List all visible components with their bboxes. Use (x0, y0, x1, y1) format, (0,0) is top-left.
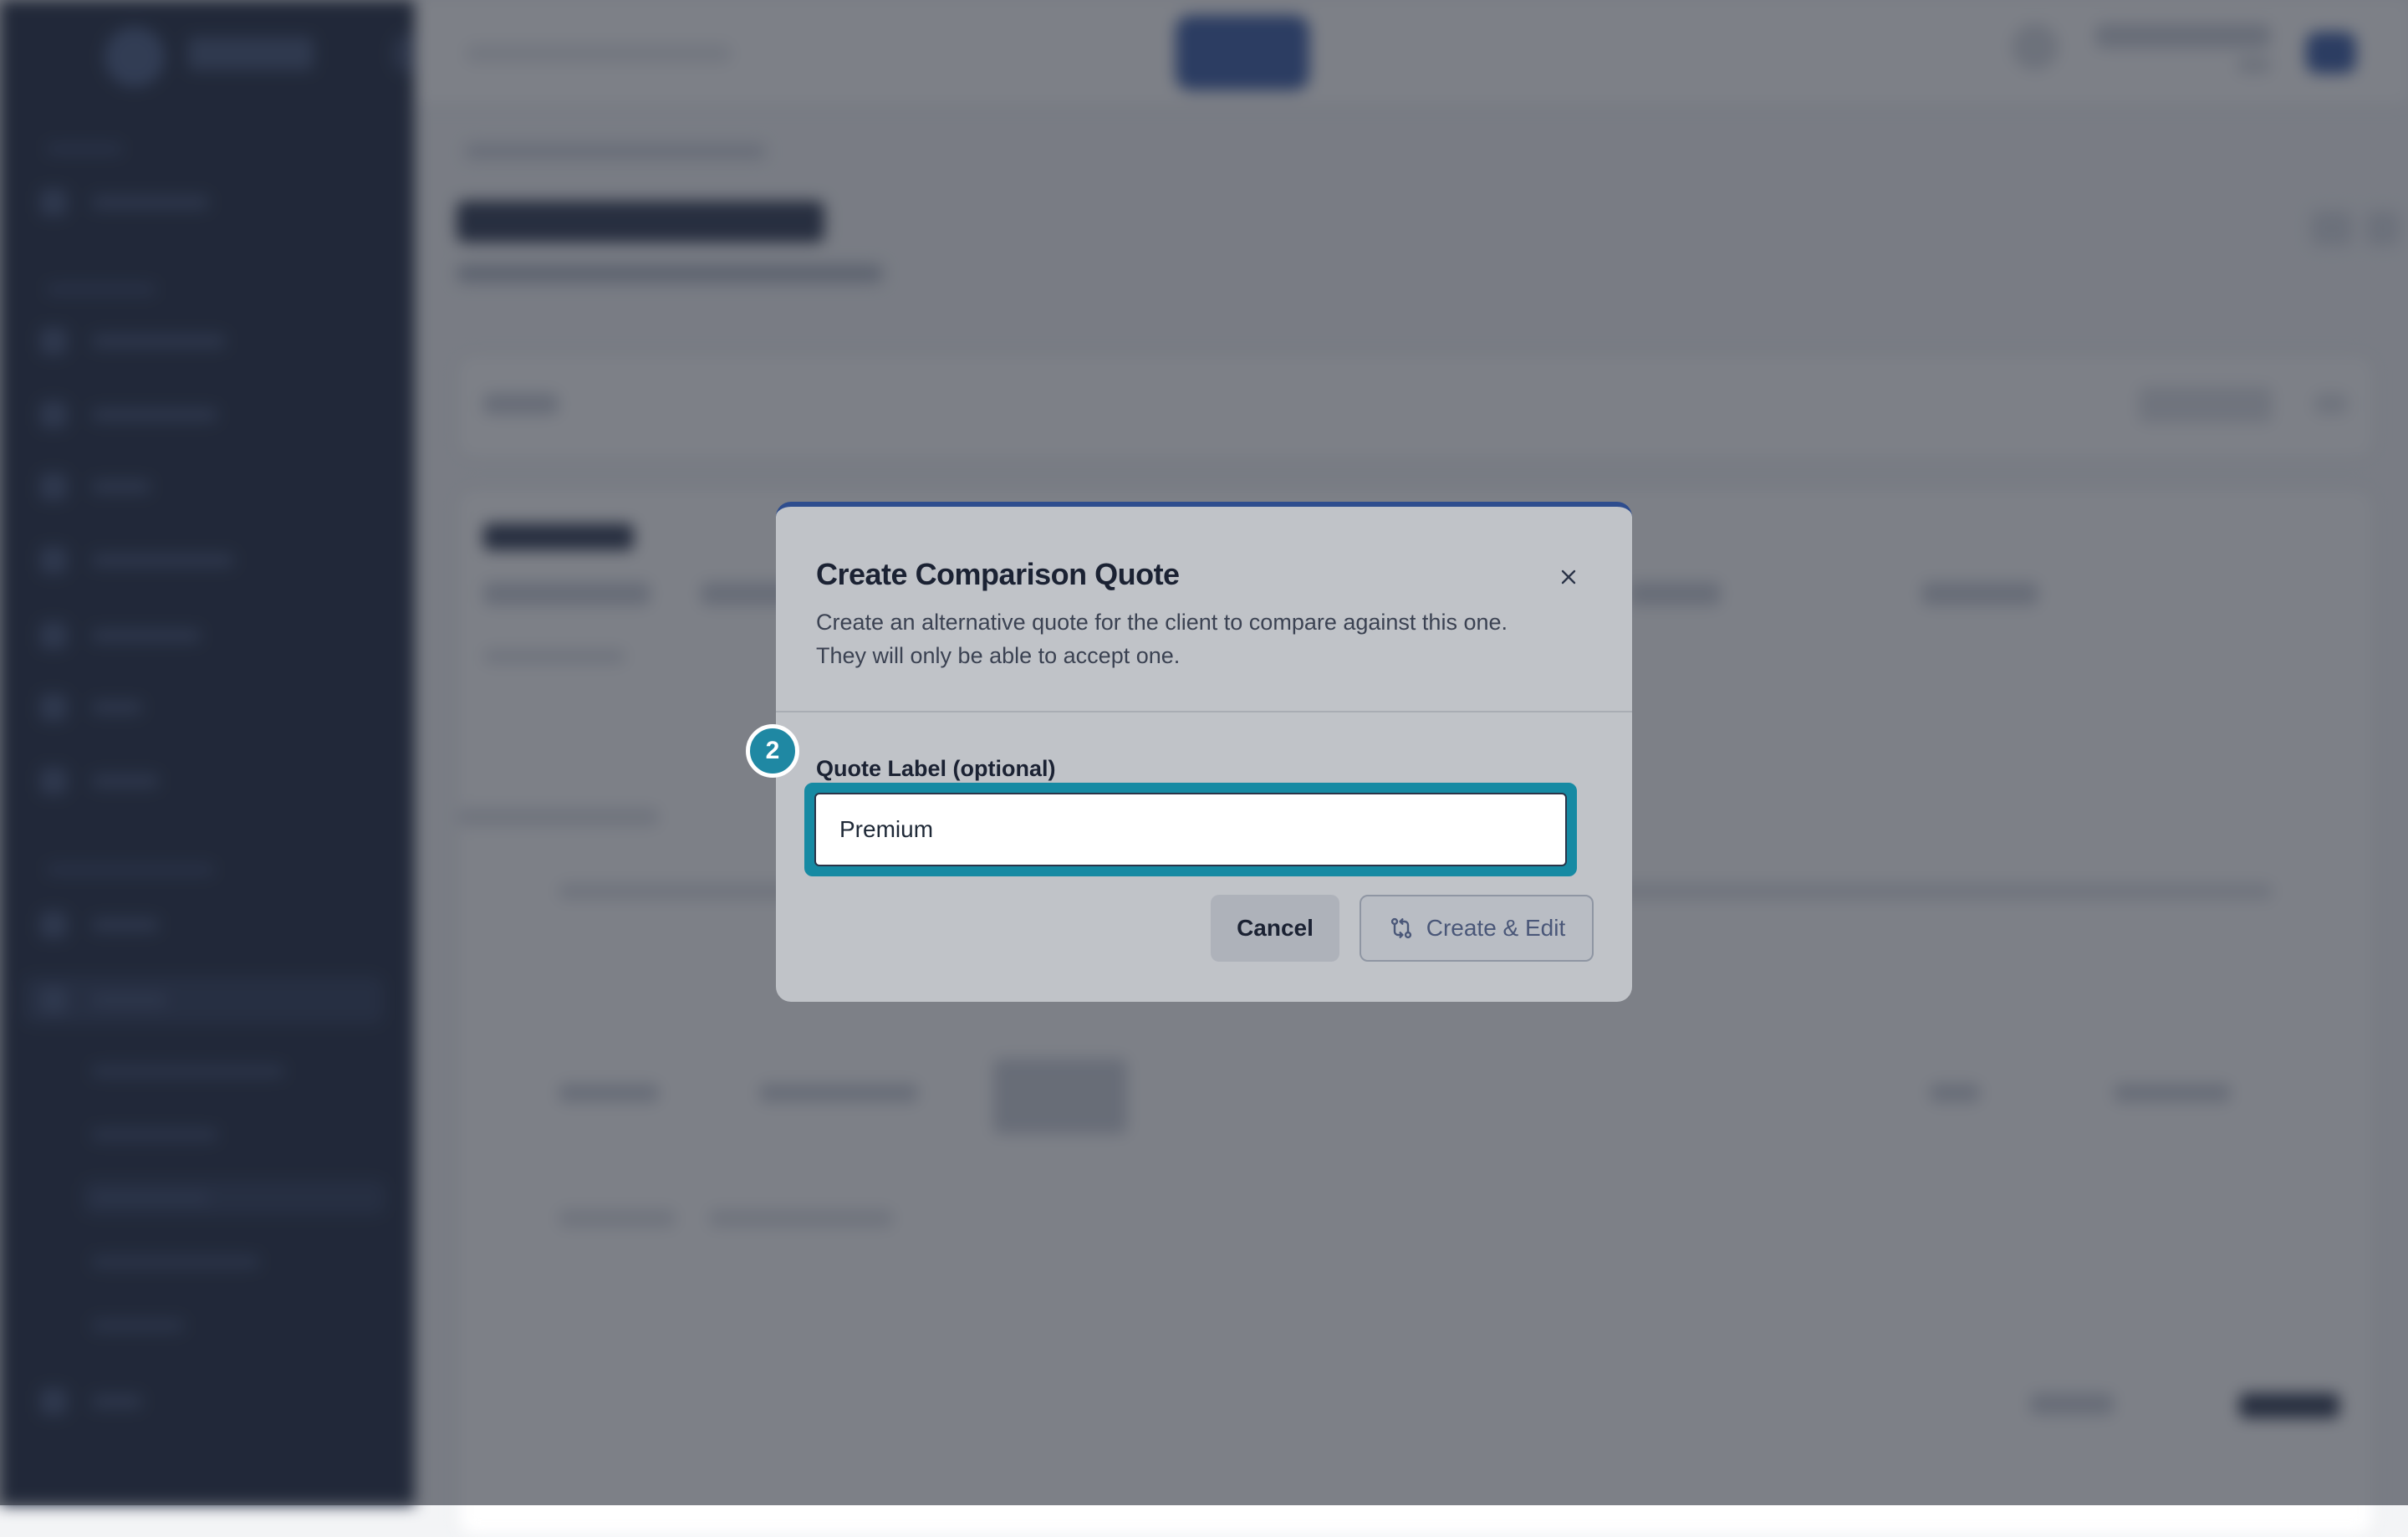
quote-label-field-label: Quote Label (optional) (816, 756, 1056, 781)
dialog-description: Create an alternative quote for the clie… (816, 610, 1508, 668)
create-and-edit-button[interactable]: Create & Edit (1360, 895, 1594, 962)
dialog-title: Create Comparison Quote (816, 557, 1180, 591)
compare-arrows-icon (1390, 917, 1411, 939)
create-comparison-quote-dialog: Create Comparison Quote Create an altern… (776, 502, 1632, 1002)
divider (776, 711, 1632, 712)
quote-label-highlight (804, 783, 1577, 876)
quote-label-input[interactable] (814, 793, 1567, 866)
close-icon[interactable] (1552, 560, 1585, 594)
step-badge: 2 (746, 724, 799, 778)
close-icon-glyph (1561, 569, 1576, 585)
create-and-edit-label: Create & Edit (1426, 915, 1566, 941)
cancel-button[interactable]: Cancel (1211, 895, 1339, 962)
